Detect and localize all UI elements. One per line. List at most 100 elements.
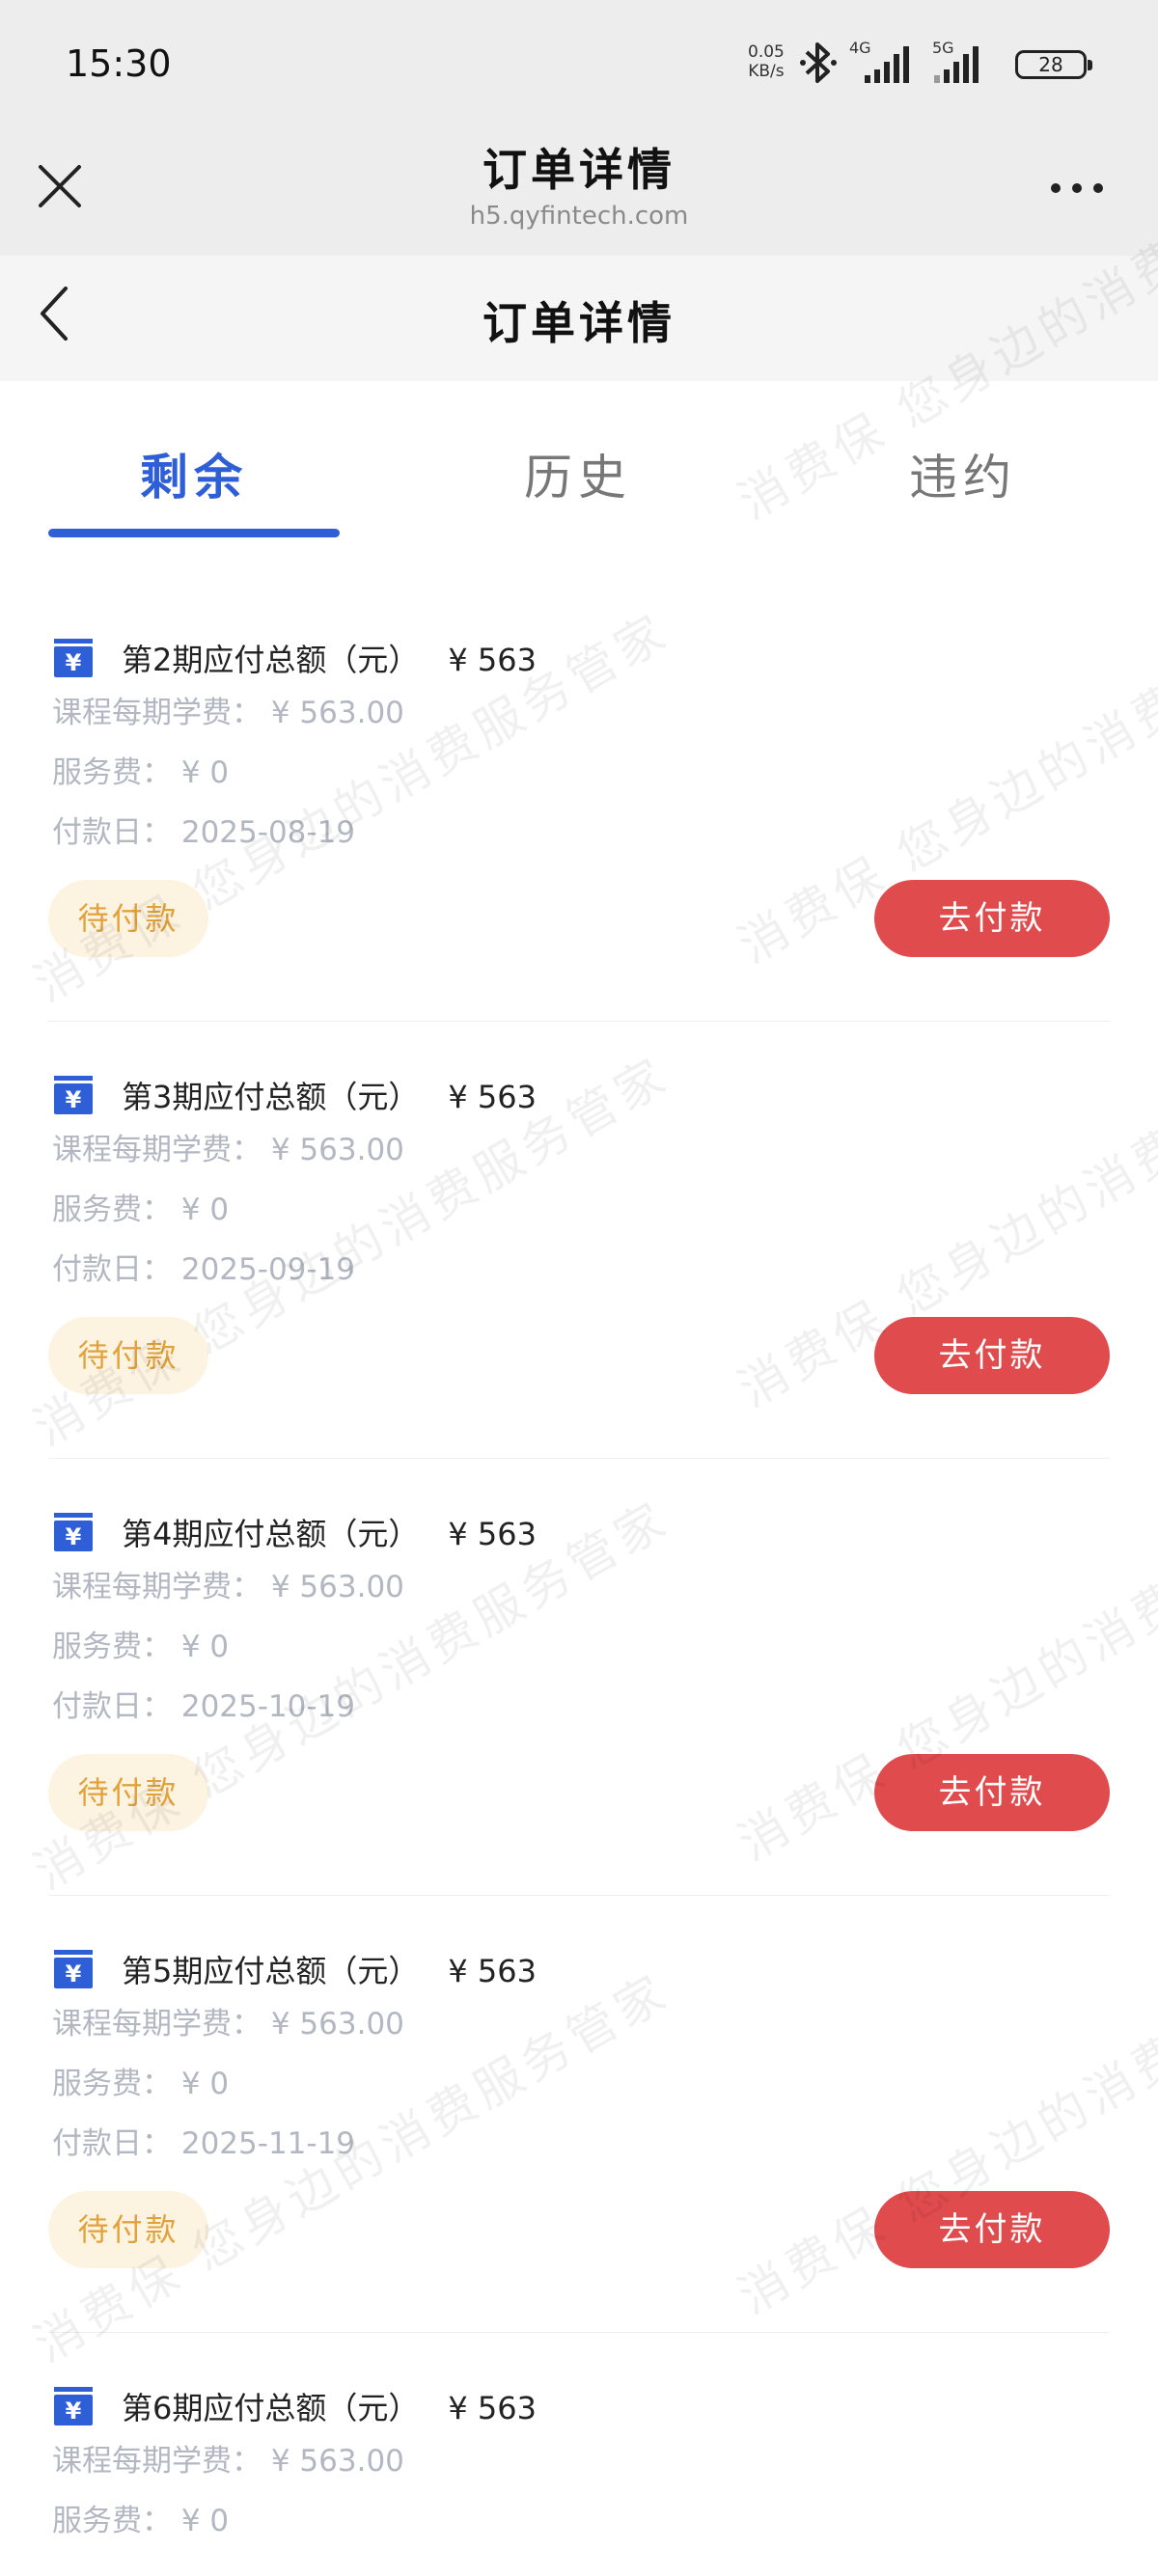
- service-fee-row: 服务费： ¥ 0: [52, 2059, 229, 2102]
- course-fee-value: ¥ 563.00: [270, 696, 404, 730]
- service-fee-value: ¥ 0: [180, 2067, 230, 2101]
- svg-text:¥: ¥: [66, 1523, 82, 1550]
- yen-card-icon: ¥: [54, 2387, 93, 2425]
- service-fee-label: 服务费：: [52, 2067, 172, 2101]
- pay-date-row: 付款日： 2025-10-19: [52, 1682, 355, 1725]
- installment-card: ¥ 第6期应付总额（元） ¥ 563 课程每期学费： ¥ 563.00 服务费： …: [48, 2332, 1110, 2576]
- installment-title-text: 第6期应付总额（元）: [122, 2390, 420, 2426]
- tab-history[interactable]: 历史: [453, 439, 703, 508]
- course-fee-row: 课程每期学费： ¥ 563.00: [52, 2436, 404, 2480]
- course-fee-row: 课程每期学费： ¥ 563.00: [52, 1562, 404, 1605]
- pay-date-value: 2025-11-19: [180, 2126, 356, 2161]
- installment-title: 第5期应付总额（元） ¥ 563: [122, 1947, 537, 1991]
- bluetooth-icon: [800, 42, 837, 83]
- service-fee-value: ¥ 0: [180, 2504, 230, 2538]
- service-fee-row: 服务费： ¥ 0: [52, 2496, 229, 2539]
- installment-amount: ¥ 563: [448, 642, 537, 678]
- service-fee-value: ¥ 0: [180, 755, 230, 790]
- installment-card: ¥ 第2期应付总额（元） ¥ 563 课程每期学费： ¥ 563.00 服务费： …: [48, 584, 1110, 1022]
- pay-date-label: 付款日：: [52, 815, 172, 850]
- installment-amount: ¥ 563: [448, 1953, 537, 1989]
- service-fee-row: 服务费： ¥ 0: [52, 1622, 229, 1665]
- yen-card-icon: ¥: [54, 1950, 93, 1988]
- pay-button[interactable]: 去付款: [874, 1317, 1110, 1394]
- network-speed-unit: KB/s: [748, 62, 785, 81]
- network-speed-value: 0.05: [748, 42, 785, 62]
- course-fee-row: 课程每期学费： ¥ 563.00: [52, 688, 404, 731]
- pay-date-label: 付款日：: [52, 1689, 172, 1724]
- installment-card: ¥ 第5期应付总额（元） ¥ 563 课程每期学费： ¥ 563.00 服务费： …: [48, 1895, 1110, 2333]
- pay-date-label: 付款日：: [52, 2126, 172, 2161]
- battery-icon: 28: [1015, 50, 1092, 79]
- signal-bars-icon: [865, 46, 909, 83]
- pay-date-row: 付款日： 2025-09-19: [52, 1245, 355, 1288]
- installment-title-text: 第2期应付总额（元）: [122, 642, 420, 678]
- installment-card: ¥ 第3期应付总额（元） ¥ 563 课程每期学费： ¥ 563.00 服务费： …: [48, 1021, 1110, 1459]
- installment-title-text: 第4期应付总额（元）: [122, 1516, 420, 1552]
- svg-text:¥: ¥: [66, 2398, 82, 2425]
- yen-card-icon: ¥: [54, 1513, 93, 1551]
- pay-button[interactable]: 去付款: [874, 880, 1110, 957]
- installment-card: ¥ 第4期应付总额（元） ¥ 563 课程每期学费： ¥ 563.00 服务费： …: [48, 1458, 1110, 1896]
- service-fee-row: 服务费： ¥ 0: [52, 1185, 229, 1228]
- installment-title: 第6期应付总额（元） ¥ 563: [122, 2384, 537, 2428]
- pay-date-value: 2025-08-19: [180, 815, 356, 850]
- course-fee-label: 课程每期学费：: [52, 2444, 262, 2479]
- svg-text:¥: ¥: [66, 1086, 82, 1113]
- course-fee-value: ¥ 563.00: [270, 1570, 404, 1604]
- pay-date-row: 付款日： 2025-08-19: [52, 808, 355, 851]
- signal-bars-icon: [934, 46, 979, 83]
- course-fee-label: 课程每期学费：: [52, 1133, 262, 1167]
- title-bar: 订单详情 h5.qyfintech.com: [0, 130, 1158, 256]
- installment-title-text: 第3期应付总额（元）: [122, 1079, 420, 1115]
- pay-button[interactable]: 去付款: [874, 1754, 1110, 1831]
- status-badge: 待付款: [48, 1317, 208, 1394]
- pay-button[interactable]: 去付款: [874, 2191, 1110, 2268]
- status-badge: 待付款: [48, 880, 208, 957]
- installment-amount: ¥ 563: [448, 1516, 537, 1552]
- svg-text:¥: ¥: [66, 1960, 82, 1987]
- course-fee-label: 课程每期学费：: [52, 2007, 262, 2042]
- tab-bar: 剩余 历史 违约: [0, 381, 1158, 555]
- installment-amount: ¥ 563: [448, 1079, 537, 1115]
- installment-title: 第3期应付总额（元） ¥ 563: [122, 1073, 537, 1117]
- service-fee-label: 服务费：: [52, 1630, 172, 1664]
- course-fee-value: ¥ 563.00: [270, 2007, 404, 2042]
- course-fee-label: 课程每期学费：: [52, 696, 262, 730]
- course-fee-row: 课程每期学费： ¥ 563.00: [52, 1125, 404, 1168]
- course-fee-value: ¥ 563.00: [270, 2444, 404, 2479]
- pay-date-value: 2025-09-19: [180, 1252, 356, 1287]
- status-time: 15:30: [66, 42, 172, 85]
- status-bar: 15:30 0.05 KB/s 4G 5G 28: [0, 0, 1158, 130]
- yen-card-icon: ¥: [54, 639, 93, 677]
- page-url: h5.qyfintech.com: [469, 202, 689, 231]
- tab-default[interactable]: 违约: [838, 439, 1089, 508]
- installment-title-text: 第5期应付总额（元）: [122, 1953, 420, 1989]
- course-fee-value: ¥ 563.00: [270, 1133, 404, 1167]
- course-fee-row: 课程每期学费： ¥ 563.00: [52, 1999, 404, 2042]
- yen-card-icon: ¥: [54, 1076, 93, 1114]
- installment-amount: ¥ 563: [448, 2390, 537, 2426]
- service-fee-label: 服务费：: [52, 1192, 172, 1227]
- service-fee-label: 服务费：: [52, 2504, 172, 2538]
- nav-bar: 订单详情: [0, 256, 1158, 381]
- status-badge: 待付款: [48, 2191, 208, 2268]
- service-fee-label: 服务费：: [52, 755, 172, 790]
- pay-date-row: 付款日： 2025-11-19: [52, 2119, 355, 2162]
- pay-date-label: 付款日：: [52, 1252, 172, 1287]
- pay-date-value: 2025-10-19: [180, 1689, 356, 1724]
- nav-title: 订单详情: [482, 297, 676, 349]
- service-fee-value: ¥ 0: [180, 1192, 230, 1227]
- tab-remaining[interactable]: 剩余: [69, 439, 319, 508]
- installment-title: 第2期应付总额（元） ¥ 563: [122, 636, 537, 680]
- svg-text:¥: ¥: [66, 649, 82, 676]
- more-icon[interactable]: [1048, 178, 1106, 198]
- page-title: 订单详情: [482, 144, 676, 196]
- service-fee-row: 服务费： ¥ 0: [52, 748, 229, 791]
- course-fee-label: 课程每期学费：: [52, 1570, 262, 1604]
- network-speed: 0.05 KB/s: [748, 42, 785, 81]
- status-badge: 待付款: [48, 1754, 208, 1831]
- installment-title: 第4期应付总额（元） ¥ 563: [122, 1510, 537, 1554]
- tab-indicator: [48, 529, 340, 537]
- service-fee-value: ¥ 0: [180, 1630, 230, 1664]
